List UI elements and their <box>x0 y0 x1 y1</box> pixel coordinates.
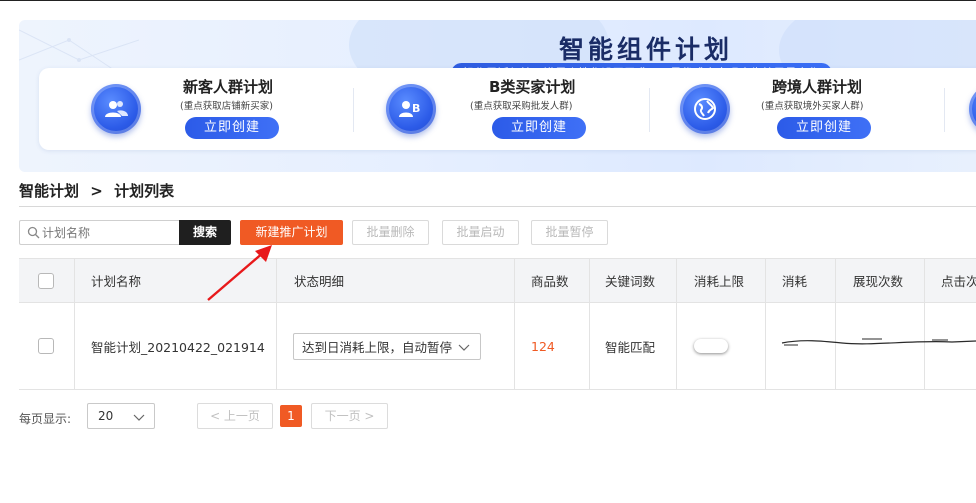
plan-card-title: B类买家计划 <box>489 78 576 96</box>
search-box <box>19 220 179 245</box>
create-b-buyer-plan-button[interactable]: 立即创建 <box>492 117 586 139</box>
redaction-stroke <box>781 338 976 346</box>
plan-card-title: 跨境人群计划 <box>772 78 863 96</box>
select-all-checkbox[interactable] <box>38 272 54 289</box>
plan-card-desc: (重点获取采购批发人群) <box>470 101 573 112</box>
batch-pause-button[interactable]: 批量暂停 <box>531 220 608 245</box>
row-checkbox[interactable] <box>38 338 54 354</box>
spend-limit-toggle[interactable] <box>694 339 728 353</box>
header-impressions: 展现次数 <box>853 274 904 289</box>
users-icon <box>91 84 141 134</box>
plan-card-desc: (重点获取境外买家人群) <box>761 101 864 112</box>
plan-card-title: 新客人群计划 <box>183 78 274 96</box>
page-size-label: 每页显示: <box>19 412 72 426</box>
globe-icon <box>680 84 730 134</box>
chevron-down-icon <box>458 344 470 351</box>
header-plan-name: 计划名称 <box>91 274 142 289</box>
create-new-customer-plan-button[interactable]: 立即创建 <box>185 117 279 139</box>
plan-card-new-customer: 新客人群计划 (重点获取店铺新买家) 立即创建 <box>91 68 381 150</box>
plan-name-search-input[interactable] <box>42 224 172 242</box>
row-keyword-count: 智能匹配 <box>605 339 656 355</box>
header-spend-limit: 消耗上限 <box>694 274 745 289</box>
batch-start-button[interactable]: 批量启动 <box>442 220 519 245</box>
header-spend: 消耗 <box>782 274 808 289</box>
annotation-arrow <box>207 245 272 301</box>
create-cross-border-plan-button[interactable]: 立即创建 <box>777 117 871 139</box>
top-border <box>0 0 976 1</box>
breadcrumb-separator: > <box>90 182 103 200</box>
chevron-down-icon <box>133 414 145 421</box>
search-icon <box>27 226 40 239</box>
breadcrumb: 智能计划 > 计划列表 <box>19 180 174 201</box>
page-size-value: 20 <box>98 409 114 423</box>
breadcrumb-current: 计划列表 <box>114 182 175 200</box>
plan-card-cross-border: 跨境人群计划 (重点获取境外买家人群) 立即创建 <box>680 68 970 150</box>
svg-text:B: B <box>412 102 420 115</box>
table-header: 计划名称 状态明细 商品数 关键词数 消耗上限 消耗 展现次数 点击次 <box>19 258 976 303</box>
page-size-select[interactable]: 20 <box>87 403 155 429</box>
header-product-count: 商品数 <box>531 274 569 289</box>
batch-delete-button[interactable]: 批量删除 <box>352 220 429 245</box>
plan-card-desc: (重点获取店铺新买家) <box>180 101 273 112</box>
next-page-button[interactable]: 下一页 > <box>311 403 388 429</box>
row-product-count[interactable]: 124 <box>531 303 555 389</box>
prev-page-button[interactable]: < 上一页 <box>197 403 273 429</box>
plan-card-strip: 新客人群计划 (重点获取店铺新买家) 立即创建 B B类买家计划 (重点获取采购… <box>39 68 976 150</box>
current-page[interactable]: 1 <box>280 405 302 427</box>
header-status-detail: 状态明细 <box>294 274 345 289</box>
partial-plan-icon <box>969 84 976 134</box>
header-clicks: 点击次 <box>941 274 976 289</box>
banner-title: 智能组件计划 <box>559 35 734 64</box>
b-buyer-icon: B <box>386 84 436 134</box>
status-select-value: 达到日消耗上限，自动暂停 <box>302 339 453 355</box>
status-select[interactable]: 达到日消耗上限，自动暂停 <box>293 332 481 360</box>
breadcrumb-root[interactable]: 智能计划 <box>19 180 79 201</box>
header-keyword-count: 关键词数 <box>605 274 656 289</box>
plan-card-b-buyer: B B类买家计划 (重点获取采购批发人群) 立即创建 <box>386 68 676 150</box>
row-plan-name[interactable]: 智能计划_20210422_021914 <box>91 303 265 389</box>
